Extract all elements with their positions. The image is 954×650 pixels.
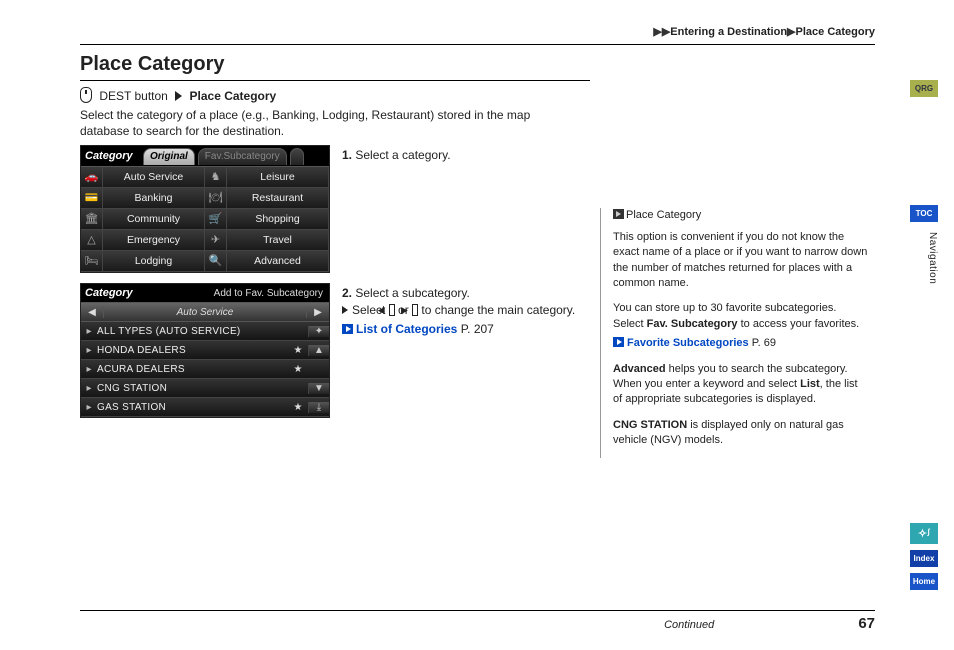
category-item: Lodging <box>103 251 205 272</box>
step2-text: 2. Select a subcategory. <box>342 285 600 302</box>
bullet-arrow-icon <box>342 306 348 314</box>
favorite-star-icon: ★ <box>288 402 308 413</box>
help-p4: CNG STATION is displayed only on natural… <box>613 418 868 449</box>
row-bullet-icon: ▸ <box>81 326 97 337</box>
subcategory-label: ALL TYPES (AUTO SERVICE) <box>97 326 288 337</box>
tab-index[interactable]: Index <box>910 550 938 567</box>
category-icon: 🚗 <box>81 167 103 188</box>
screenshot-category-grid: Category Original Fav.Subcategory 🚗Auto … <box>80 145 330 273</box>
row-bullet-icon: ▸ <box>81 383 97 394</box>
screen2-right-label: Add to Fav. Subcategory <box>157 288 329 299</box>
help-panel: Place Category This option is convenient… <box>600 208 868 458</box>
link-favorite-subcategories[interactable]: Favorite Subcategories P. 69 <box>613 336 868 351</box>
link-list-of-categories[interactable]: List of Categories P. 207 <box>356 321 600 338</box>
category-icon: 🍽 <box>205 188 227 209</box>
category-icon: 🏛 <box>81 209 103 230</box>
subcategory-label: CNG STATION <box>97 383 288 394</box>
step1-text: 1. Select a category. <box>342 145 600 164</box>
row-bullet-icon: ▸ <box>81 402 97 413</box>
scroll-button: ▼ <box>308 383 329 394</box>
category-icon: ✈ <box>205 230 227 251</box>
category-item: Shopping <box>227 209 329 230</box>
next-category-button: ▶ <box>306 307 329 318</box>
category-icon: ♞ <box>205 167 227 188</box>
continued-label: Continued <box>664 619 714 631</box>
scroll-button: ✦ <box>308 326 329 337</box>
subcategory-label: ACURA DEALERS <box>97 364 288 375</box>
category-icon: 🔍 <box>205 251 227 272</box>
screen2-header: Category <box>81 287 157 299</box>
link-icon <box>342 324 353 334</box>
category-item: Auto Service <box>103 167 205 188</box>
category-item: Leisure <box>227 167 329 188</box>
section-label: Navigation <box>927 232 938 284</box>
favorite-star-icon: ★ <box>288 345 308 356</box>
category-icon: 💳 <box>81 188 103 209</box>
row-bullet-icon: ▸ <box>81 364 97 375</box>
help-p1: This option is convenient if you do not … <box>613 230 868 292</box>
current-category-label: Auto Service <box>104 307 306 318</box>
dest-path: DEST button Place Category <box>80 87 875 103</box>
tab-original: Original <box>143 148 195 165</box>
scroll-button: ⤓ <box>308 402 329 413</box>
subcategory-row: ▸HONDA DEALERS★▲ <box>81 341 329 360</box>
favorite-star-icon: ★ <box>288 364 308 375</box>
category-icon: 🛏 <box>81 251 103 272</box>
tab-qrg[interactable]: QRG <box>910 80 938 97</box>
tab-voice[interactable]: ✧ᶴ <box>910 523 938 544</box>
mouse-icon <box>80 87 92 103</box>
category-item: Emergency <box>103 230 205 251</box>
breadcrumb: ▶▶Entering a Destination▶Place Category <box>80 25 875 42</box>
note-icon <box>613 209 624 219</box>
category-item: Advanced <box>227 251 329 272</box>
page-number: 67 <box>858 615 875 632</box>
tab-blank <box>290 148 304 165</box>
subcategory-label: GAS STATION <box>97 402 288 413</box>
path-arrow-icon <box>175 91 182 101</box>
tab-home[interactable]: Home <box>910 573 938 590</box>
step2-subtext: Select ◀ or ▶ to change the main categor… <box>356 302 600 319</box>
subcategory-row: ▸ALL TYPES (AUTO SERVICE) ✦ <box>81 322 329 341</box>
scroll-button: ▲ <box>308 345 329 356</box>
category-icon: △ <box>81 230 103 251</box>
link-icon <box>613 337 624 347</box>
help-p3: Advanced helps you to search the subcate… <box>613 362 868 408</box>
intro-text: Select the category of a place (e.g., Ba… <box>80 107 580 139</box>
tab-fav-subcategory: Fav.Subcategory <box>198 148 287 165</box>
screenshot-subcategory-list: Category Add to Fav. Subcategory ◀ Auto … <box>80 283 330 418</box>
row-bullet-icon: ▸ <box>81 345 97 356</box>
subcategory-label: HONDA DEALERS <box>97 345 288 356</box>
page-title: Place Category <box>80 53 590 81</box>
prev-category-button: ◀ <box>81 307 104 318</box>
subcategory-row: ▸GAS STATION★⤓ <box>81 398 329 417</box>
tab-toc[interactable]: TOC <box>910 205 938 222</box>
screen1-header: Category <box>81 150 143 162</box>
subcategory-row: ▸ACURA DEALERS★ <box>81 360 329 379</box>
category-item: Travel <box>227 230 329 251</box>
category-item: Banking <box>103 188 205 209</box>
category-item: Restaurant <box>227 188 329 209</box>
subcategory-row: ▸CNG STATION ▼ <box>81 379 329 398</box>
category-item: Community <box>103 209 205 230</box>
help-title: Place Category <box>613 208 868 223</box>
category-icon: 🛒 <box>205 209 227 230</box>
help-p2: You can store up to 30 favorite subcateg… <box>613 301 868 332</box>
